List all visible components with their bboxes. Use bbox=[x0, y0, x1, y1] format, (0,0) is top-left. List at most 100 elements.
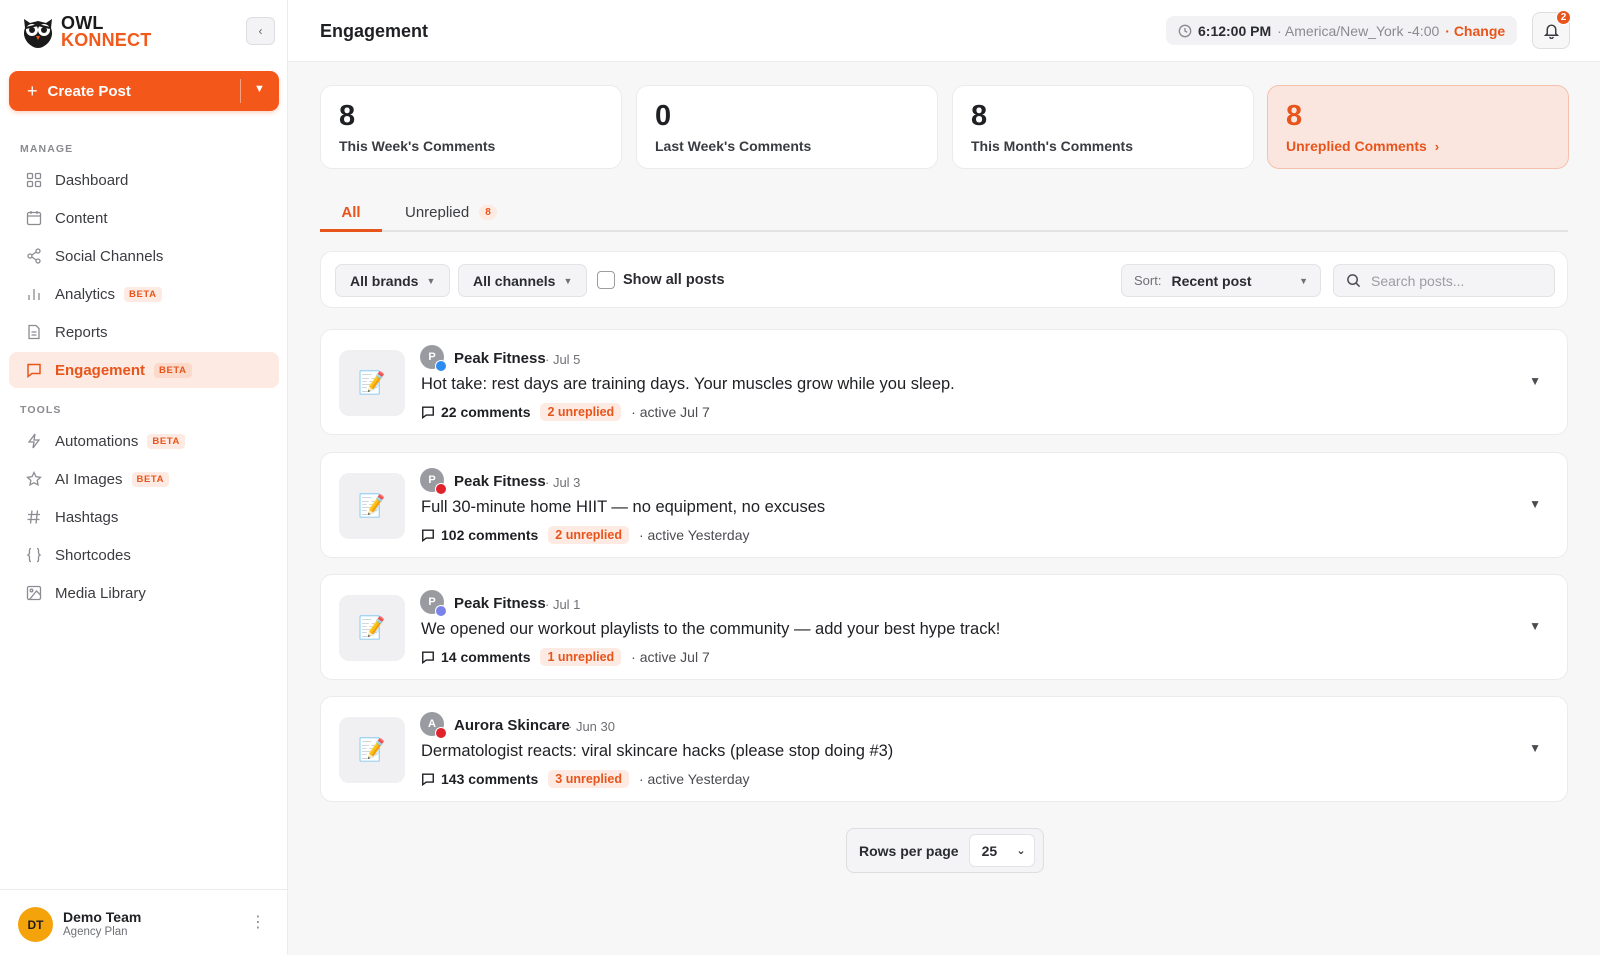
beta-badge: BETA bbox=[131, 471, 170, 487]
unreplied-badge: 1 unreplied bbox=[540, 648, 622, 666]
brands-dropdown[interactable]: All brands ▼ bbox=[335, 264, 451, 297]
sidebar-item-label: Media Library bbox=[55, 584, 146, 602]
sidebar-item-label: Automations bbox=[55, 432, 139, 450]
post-brand: Peak Fitness bbox=[454, 473, 546, 490]
sidebar-item-media-library[interactable]: Media Library bbox=[9, 575, 279, 611]
braces-icon bbox=[25, 546, 43, 564]
post-card[interactable]: 📝 A Aurora Skincare · Jun 30 Dermatologi… bbox=[320, 696, 1568, 802]
sidebar-item-reports[interactable]: Reports bbox=[9, 314, 279, 350]
chevron-right-icon: › bbox=[1434, 139, 1440, 154]
rows-per-page-control: Rows per page 25 ⌄ bbox=[846, 828, 1044, 873]
expand-chevron-icon[interactable]: ▼ bbox=[1529, 497, 1541, 511]
tab-count-badge: 8 bbox=[479, 205, 497, 220]
post-card[interactable]: 📝 P Peak Fitness · Jul 5 Hot take: rest … bbox=[320, 329, 1568, 435]
filter-bar: All brands ▼ All channels ▼ Show all pos… bbox=[320, 251, 1568, 308]
post-title: Dermatologist reacts: viral skincare hac… bbox=[421, 742, 894, 760]
last-active: · active Yesterday bbox=[638, 527, 750, 543]
stat-value: 8 bbox=[339, 100, 356, 132]
comment-count: 14 comments bbox=[441, 649, 531, 665]
post-card[interactable]: 📝 P Peak Fitness · Jul 1 We opened our w… bbox=[320, 574, 1568, 680]
calendar-icon bbox=[25, 209, 43, 227]
show-all-posts-toggle[interactable]: Show all posts bbox=[597, 271, 725, 289]
sort-dropdown[interactable]: Sort: Recent post ▼ bbox=[1121, 264, 1321, 297]
stat-card-unreplied[interactable]: 8 Unreplied Comments › bbox=[1267, 85, 1569, 169]
beta-badge: BETA bbox=[154, 362, 192, 378]
sidebar-item-social-channels[interactable]: Social Channels bbox=[9, 238, 279, 274]
expand-chevron-icon[interactable]: ▼ bbox=[1529, 619, 1541, 633]
network-badge-icon bbox=[435, 727, 447, 739]
plus-icon: + bbox=[27, 80, 38, 101]
sidebar-item-hashtags[interactable]: Hashtags bbox=[9, 499, 279, 535]
network-badge-icon bbox=[435, 605, 447, 617]
post-brand: Peak Fitness bbox=[454, 595, 546, 612]
show-all-posts-checkbox[interactable] bbox=[597, 271, 615, 289]
section-title-tools: TOOLS bbox=[20, 404, 62, 416]
rows-per-page-select[interactable]: 25 ⌄ bbox=[968, 834, 1035, 867]
tab-all[interactable]: All bbox=[320, 196, 382, 232]
show-all-posts-label: Show all posts bbox=[623, 272, 725, 288]
sidebar-item-ai-images[interactable]: AI Images BETA bbox=[9, 461, 279, 497]
clock-icon bbox=[1178, 24, 1192, 37]
current-time: 6:12:00 PM bbox=[1198, 22, 1272, 39]
bar-chart-icon bbox=[25, 285, 43, 303]
unreplied-link-label: Unreplied Comments bbox=[1286, 138, 1427, 154]
image-icon bbox=[25, 584, 43, 602]
star-icon bbox=[25, 470, 43, 488]
collapse-sidebar-button[interactable]: ‹ bbox=[246, 17, 275, 45]
owl-logo-icon bbox=[24, 19, 52, 48]
rows-per-page-label: Rows per page bbox=[859, 842, 959, 859]
post-meta: 22 comments 2 unreplied · active Jul 7 bbox=[421, 403, 710, 421]
stat-value: 8 bbox=[1286, 100, 1303, 132]
tab-unreplied[interactable]: Unreplied 8 bbox=[405, 196, 497, 232]
last-active: · active Jul 7 bbox=[631, 404, 710, 420]
sidebar: OWL KONNECT ‹ + Create Post ▼ MANAGE Das… bbox=[0, 0, 288, 955]
beta-badge: BETA bbox=[147, 433, 185, 449]
comment-count: 143 comments bbox=[441, 771, 539, 787]
sidebar-item-analytics[interactable]: Analytics BETA bbox=[9, 276, 279, 312]
sidebar-item-shortcodes[interactable]: Shortcodes bbox=[9, 537, 279, 573]
timezone-label: · America/New_York -4:00 bbox=[1277, 22, 1440, 39]
search-input[interactable] bbox=[1371, 272, 1541, 289]
sidebar-item-dashboard[interactable]: Dashboard bbox=[9, 162, 279, 198]
user-account[interactable]: DT Demo Team Agency Plan ⋮ bbox=[0, 889, 288, 955]
create-post-button[interactable]: + Create Post ▼ bbox=[9, 71, 279, 111]
grid-icon bbox=[25, 171, 43, 189]
last-active: · active Jul 7 bbox=[631, 649, 710, 665]
comment-icon bbox=[25, 361, 43, 379]
more-vertical-icon[interactable]: ⋮ bbox=[250, 912, 266, 932]
brands-dropdown-label: All brands bbox=[350, 272, 419, 289]
avatar: DT bbox=[18, 907, 53, 942]
user-plan: Agency Plan bbox=[63, 926, 128, 938]
search-box[interactable] bbox=[1333, 264, 1555, 297]
comment-icon bbox=[422, 529, 434, 542]
share-icon bbox=[25, 247, 43, 265]
comment-icon bbox=[422, 651, 434, 664]
sidebar-item-engagement[interactable]: Engagement BETA bbox=[9, 352, 279, 388]
stat-card-this-month: 8 This Month's Comments bbox=[952, 85, 1254, 169]
change-timezone-link[interactable]: · Change bbox=[1445, 23, 1505, 39]
expand-chevron-icon[interactable]: ▼ bbox=[1529, 741, 1541, 755]
post-date: · Jul 1 bbox=[545, 597, 581, 612]
post-card[interactable]: 📝 P Peak Fitness · Jul 3 Full 30-minute … bbox=[320, 452, 1568, 558]
bolt-icon bbox=[25, 432, 43, 450]
search-icon bbox=[1347, 274, 1361, 288]
comment-icon bbox=[422, 406, 434, 419]
chevron-down-icon: ▼ bbox=[426, 275, 436, 286]
expand-chevron-icon[interactable]: ▼ bbox=[1529, 374, 1541, 388]
unreplied-badge: 2 unreplied bbox=[548, 526, 629, 544]
post-title: Full 30-minute home HIIT — no equipment,… bbox=[421, 498, 826, 516]
brand-logo[interactable]: OWL KONNECT bbox=[18, 12, 151, 52]
sidebar-item-label: Shortcodes bbox=[55, 546, 131, 564]
chevron-down-icon[interactable]: ▼ bbox=[254, 83, 265, 95]
sidebar-item-label: Reports bbox=[55, 323, 108, 341]
post-date: · Jun 30 bbox=[568, 719, 615, 734]
notification-count-badge: 2 bbox=[1556, 10, 1571, 25]
tab-label: All bbox=[341, 204, 361, 221]
channels-dropdown-label: All channels bbox=[473, 272, 556, 289]
sort-label: Sort: bbox=[1134, 273, 1162, 288]
channels-dropdown[interactable]: All channels ▼ bbox=[458, 264, 588, 297]
brand-wordmark: OWL KONNECT bbox=[61, 14, 151, 49]
sidebar-item-automations[interactable]: Automations BETA bbox=[9, 423, 279, 459]
stat-value: 8 bbox=[971, 100, 988, 132]
sidebar-item-content[interactable]: Content bbox=[9, 200, 279, 236]
